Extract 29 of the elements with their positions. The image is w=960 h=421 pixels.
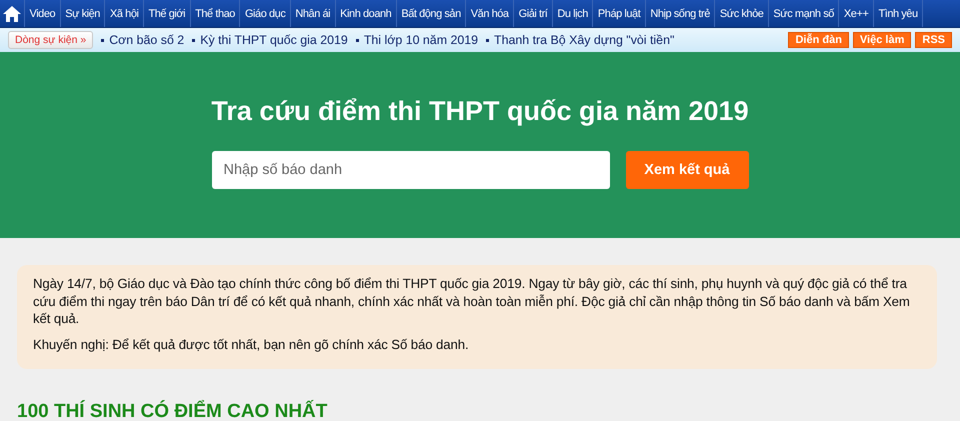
- search-field[interactable]: Nhập số báo danh: [212, 151, 610, 189]
- nav-link[interactable]: Thế giới: [144, 0, 191, 27]
- section-heading: 100 THÍ SINH CÓ ĐIỂM CAO NHẤT: [17, 401, 328, 421]
- nav-link[interactable]: Nhịp sống trẻ: [646, 0, 716, 27]
- nav-link[interactable]: Du lịch: [552, 0, 594, 27]
- nav-link[interactable]: Tình yêu: [874, 0, 924, 27]
- event-link[interactable]: Kỳ thi THPT quốc gia 2019: [192, 33, 348, 47]
- nav-link[interactable]: Giáo dục: [240, 0, 291, 27]
- event-link[interactable]: Cơn bão số 2: [101, 33, 184, 47]
- nav-link[interactable]: Nhân ái: [290, 0, 336, 27]
- event-link[interactable]: Thi lớp 10 năm 2019: [356, 33, 478, 47]
- notice-text: Ngày 14/7, bộ Giáo dục và Đào tạo chính thức công bố điểm thi THPT quốc gia 2019. Ngay từ bây giờ, các thí sinh, phụ huynh và quý độc giả có thể tra cứu điểm thi ngay trên báo Dân trí để có kết quả nhanh, chính xác nhất và hoàn toàn miễn phí. Độc giả chỉ cần nhập thông tin Số báo danh và bấm Xem kết quả.: [33, 275, 911, 328]
- nav-link[interactable]: Pháp luật: [593, 0, 646, 27]
- nav-link[interactable]: Xe++: [839, 0, 874, 27]
- nav-link[interactable]: Thể thao: [190, 0, 240, 27]
- nav-link[interactable]: Giải trí: [514, 0, 553, 27]
- nav-link[interactable]: Sự kiện: [60, 0, 106, 27]
- nav-link[interactable]: Sức mạnh số: [768, 0, 840, 27]
- notice-text: Khuyến nghị: Để kết quả được tốt nhất, bạn nên gõ chính xác Số báo danh.: [33, 336, 470, 353]
- events-label[interactable]: Dòng sự kiện »: [8, 31, 94, 49]
- nav-link[interactable]: Bất động sản: [396, 0, 466, 27]
- nav-link[interactable]: Sức khỏe: [715, 0, 769, 27]
- nav-link[interactable]: Xã hội: [105, 0, 144, 27]
- nav-link[interactable]: Kinh doanh: [336, 0, 397, 27]
- nav-link[interactable]: Văn hóa: [466, 0, 514, 27]
- home-icon[interactable]: [2, 4, 22, 22]
- event-link[interactable]: Thanh tra Bộ Xây dựng "vòi tiền": [486, 33, 674, 47]
- nav-link[interactable]: Video: [25, 0, 61, 27]
- page-title: Tra cứu điểm thi THPT quốc gia năm 2019: [211, 96, 749, 127]
